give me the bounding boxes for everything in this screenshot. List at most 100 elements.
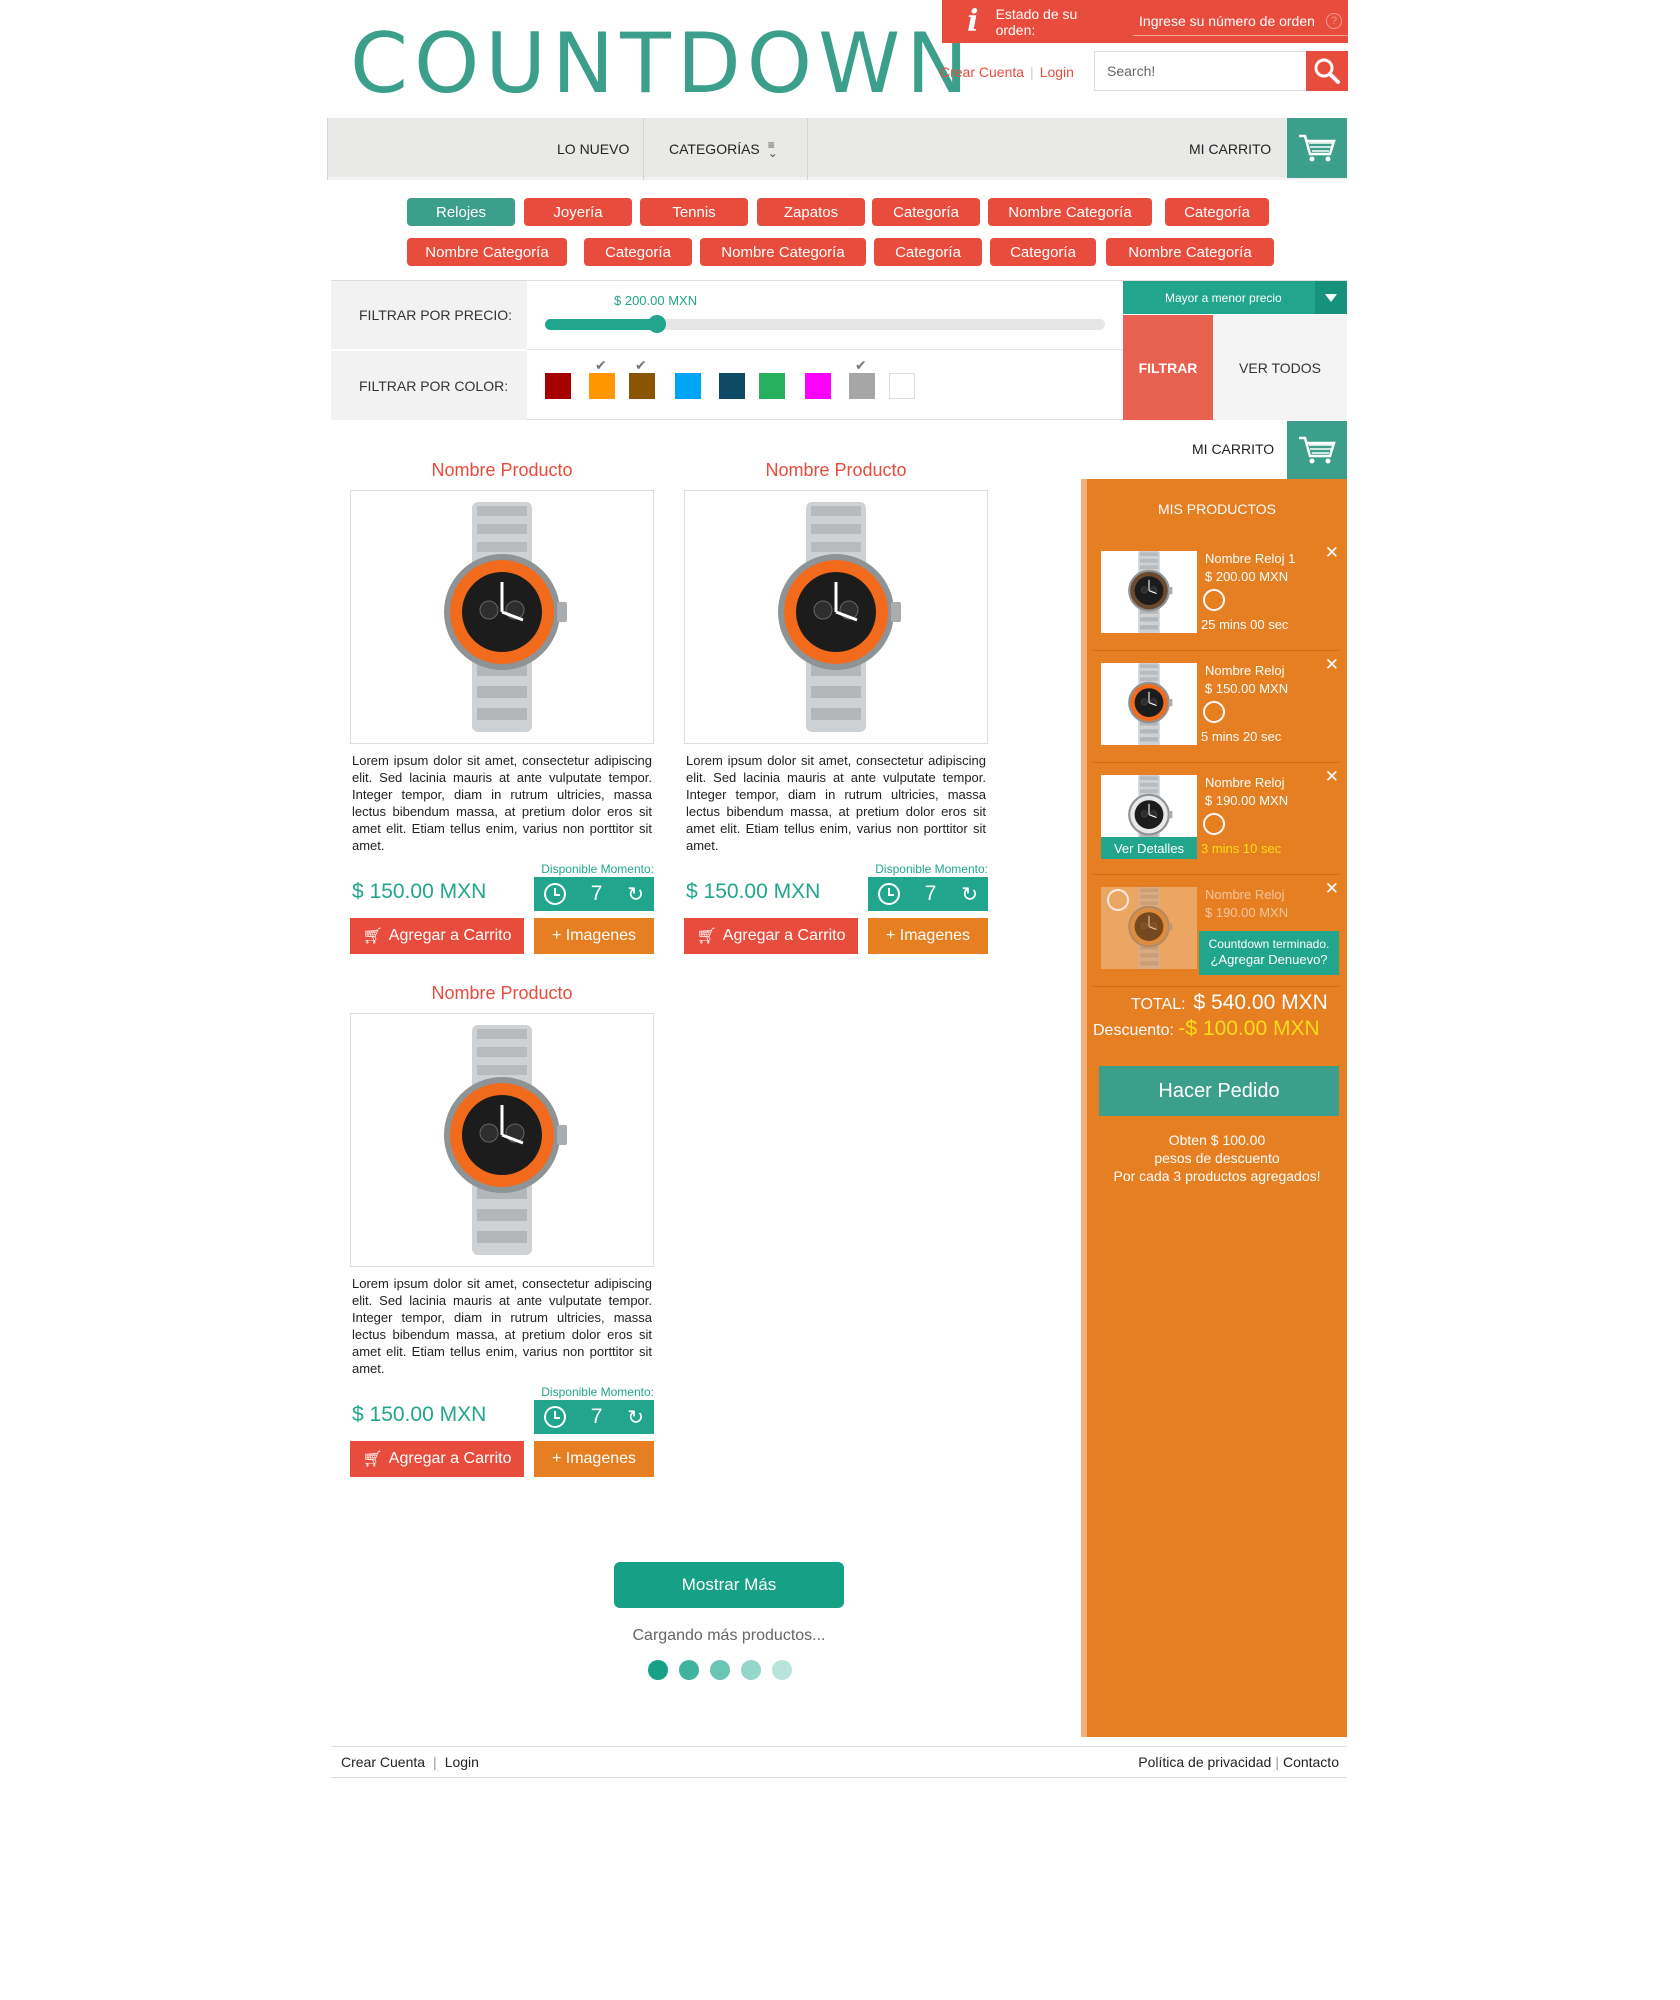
refresh-icon[interactable]: ↻: [627, 1405, 644, 1430]
nav-cart-label[interactable]: MI CARRITO: [1189, 118, 1271, 180]
help-icon[interactable]: ?: [1326, 13, 1342, 29]
category-pill[interactable]: Categoría: [990, 238, 1096, 266]
close-icon[interactable]: ✕: [1325, 543, 1339, 563]
category-pill[interactable]: Categoría: [584, 238, 692, 266]
close-icon[interactable]: ✕: [1325, 767, 1339, 787]
category-pill[interactable]: Relojes: [407, 198, 515, 226]
product-name[interactable]: Nombre Producto: [350, 460, 654, 484]
color-swatch[interactable]: [545, 373, 571, 399]
watch-image: [444, 1025, 567, 1255]
cart-sidebar-title: MIS PRODUCTOS: [1158, 501, 1276, 517]
place-order-button[interactable]: Hacer Pedido: [1099, 1066, 1339, 1116]
color-swatch[interactable]: [805, 373, 831, 399]
color-swatch[interactable]: [629, 373, 655, 399]
search-button[interactable]: [1306, 51, 1348, 91]
cart-icon: [1299, 436, 1336, 464]
product-description: Lorem ipsum dolor sit amet, consectetur …: [352, 1276, 652, 1376]
cart-item: Nombre Reloj $ 150.00 MXN ✕ 5 mins 20 sec: [1093, 651, 1339, 763]
add-to-cart-button[interactable]: 🛒︎ Agregar a Carrito: [350, 918, 524, 954]
view-details-button[interactable]: Ver Detalles: [1101, 837, 1197, 859]
loading-text: Cargando más productos...: [632, 1627, 826, 1644]
loading-dot: [710, 1660, 730, 1680]
color-swatch[interactable]: [889, 373, 915, 399]
login-link[interactable]: Login: [1040, 64, 1074, 80]
order-status-bar: i Estado de su orden: Ingrese su número …: [942, 0, 1348, 43]
cart-item: Nombre Reloj $ 190.00 MXN ✕ Countdown termi…: [1093, 875, 1339, 987]
category-pill[interactable]: Tennis: [640, 198, 748, 226]
search-input[interactable]: Search!: [1094, 51, 1348, 91]
cart-item-price: $ 190.00 MXN: [1205, 793, 1289, 808]
product-card: Nombre Producto Lorem ipsum dolor sit ame…: [350, 460, 654, 954]
category-pill[interactable]: Categoría: [1165, 198, 1269, 226]
account-links: Crear Cuenta | Login: [940, 64, 1074, 80]
cart-item-image[interactable]: [1101, 551, 1197, 633]
footer-create-account-link[interactable]: Crear Cuenta: [341, 1754, 425, 1770]
footer-login-link[interactable]: Login: [445, 1754, 479, 1770]
category-pill[interactable]: Categoría: [872, 198, 980, 226]
cart-total-amount: $ 540.00 MXN: [1193, 991, 1328, 1014]
color-swatch[interactable]: [675, 373, 701, 399]
cart-item-price: $ 200.00 MXN: [1205, 569, 1289, 584]
sidebar-cart-label: MI CARRITO: [1192, 441, 1275, 457]
color-swatch[interactable]: [759, 373, 785, 399]
product-image[interactable]: [350, 490, 654, 744]
product-image[interactable]: [684, 490, 988, 744]
product-card: Nombre Producto Lorem ipsum dolor sit ame…: [350, 983, 654, 1477]
add-to-cart-button[interactable]: 🛒︎ Agregar a Carrito: [684, 918, 858, 954]
cart-item-time: 3 mins 10 sec: [1201, 841, 1282, 856]
more-images-button[interactable]: + Imagenes: [868, 918, 988, 954]
nav-cart-button[interactable]: [1287, 118, 1347, 178]
product-price: $ 150.00 MXN: [686, 880, 821, 903]
color-swatch[interactable]: [589, 373, 615, 399]
price-slider-handle[interactable]: [648, 315, 666, 333]
show-more-button[interactable]: Mostrar Más: [614, 1562, 844, 1608]
footer-privacy-link[interactable]: Política de privacidad: [1138, 1754, 1271, 1770]
color-swatch[interactable]: [849, 373, 875, 399]
search-icon: [1314, 58, 1340, 84]
category-pill[interactable]: Zapatos: [757, 198, 865, 226]
cart-item-name: Nombre Reloj: [1205, 775, 1285, 790]
price-slider[interactable]: [545, 315, 1105, 333]
product-name[interactable]: Nombre Producto: [684, 460, 988, 484]
close-icon[interactable]: ✕: [1325, 655, 1339, 675]
color-swatch[interactable]: [719, 373, 745, 399]
readd-text: ¿Agregar Denuevo?: [1210, 952, 1328, 967]
check-icon: ✔: [855, 357, 867, 373]
check-icon: ✔: [595, 357, 607, 373]
category-pill[interactable]: Categoría: [874, 238, 982, 266]
order-number-input[interactable]: Ingrese su número de orden ?: [1133, 7, 1348, 36]
close-icon[interactable]: ✕: [1325, 879, 1339, 899]
category-pill[interactable]: Nombre Categoría: [407, 238, 567, 266]
product-image[interactable]: [350, 1013, 654, 1267]
cart-promo-line: Obten $ 100.00: [1168, 1132, 1266, 1148]
category-pill[interactable]: Nombre Categoría: [988, 198, 1152, 226]
sidebar-cart-button[interactable]: [1287, 421, 1347, 479]
more-images-button[interactable]: + Imagenes: [534, 1441, 654, 1477]
create-account-link[interactable]: Crear Cuenta: [940, 64, 1024, 80]
nav-categories[interactable]: CATEGORÍAS ≡ ⌄: [669, 118, 778, 180]
refresh-icon[interactable]: ↻: [961, 882, 978, 907]
footer-contact-link[interactable]: Contacto: [1283, 1754, 1339, 1770]
filter-button[interactable]: FILTRAR: [1123, 315, 1213, 420]
add-to-cart-button[interactable]: 🛒︎ Agregar a Carrito: [350, 1441, 524, 1477]
readd-button[interactable]: Countdown terminado. ¿Agregar Denuevo?: [1199, 931, 1339, 975]
product-stock-count: 7: [590, 1405, 603, 1428]
loading-dot: [679, 1660, 699, 1680]
product-description: Lorem ipsum dolor sit amet, consectetur …: [686, 753, 986, 853]
more-images-button[interactable]: + Imagenes: [534, 918, 654, 954]
category-pill[interactable]: Nombre Categoría: [1106, 238, 1274, 266]
brand-logo[interactable]: COUNTDOWN: [350, 20, 974, 108]
nav-new[interactable]: LO NUEVO: [557, 118, 629, 180]
refresh-icon[interactable]: ↻: [627, 882, 644, 907]
product-countdown: 7 ↻: [534, 1400, 654, 1434]
category-pill[interactable]: Nombre Categoría: [700, 238, 866, 266]
product-name[interactable]: Nombre Producto: [350, 983, 654, 1007]
view-all-button[interactable]: VER TODOS: [1213, 315, 1347, 420]
product-countdown: 7 ↻: [534, 877, 654, 911]
category-pill[interactable]: Joyería: [524, 198, 632, 226]
sort-select[interactable]: Mayor a menor precio: [1123, 281, 1347, 314]
cart-item-image[interactable]: [1101, 663, 1197, 745]
sidebar-cart-header: MI CARRITO: [1060, 421, 1347, 489]
watch-image: [444, 502, 567, 732]
chevron-down-icon: [1315, 281, 1347, 314]
